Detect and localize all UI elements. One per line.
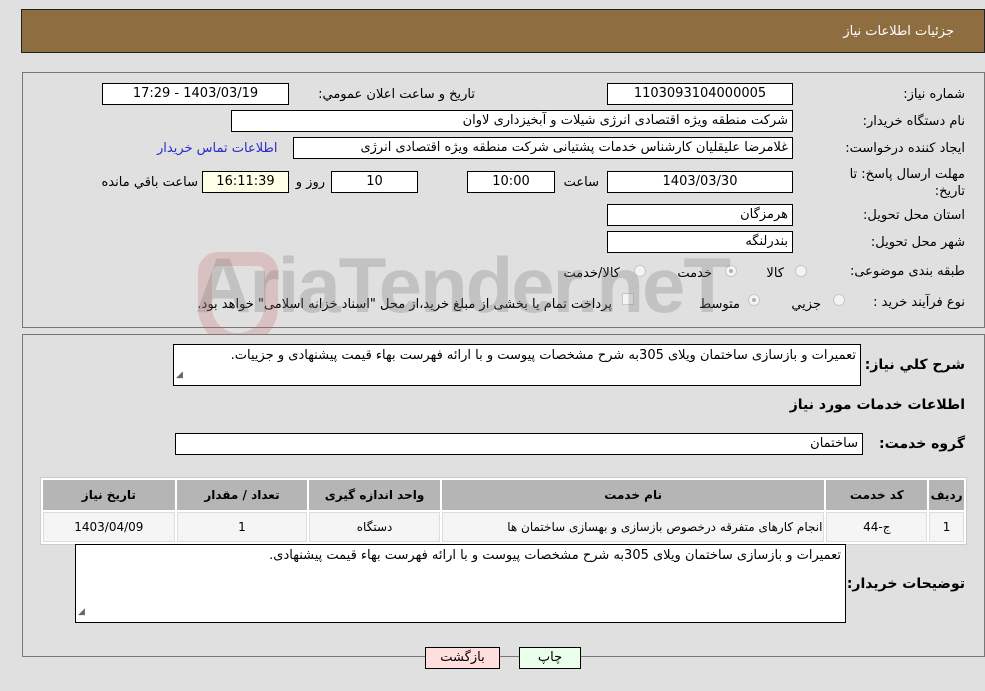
days-remaining-field: 10 (331, 171, 418, 193)
category-radio-goods[interactable] (795, 265, 807, 277)
need-number-field: 1103093104000005 (607, 83, 793, 105)
category-radio-service[interactable] (725, 265, 737, 277)
buyer-notes-textarea[interactable]: تعمیرات و بازسازی ساختمان ویلای 305به شر… (75, 544, 846, 623)
buyer-org-field: شرکت منطقه ویژه اقتصادی انرژی شیلات و آب… (231, 110, 793, 132)
col-unit: واحد اندازه گیری (309, 480, 440, 510)
creator-label: ایجاد کننده درخواست: (845, 141, 965, 156)
services-section-title: اطلاعات خدمات مورد نیاز (789, 397, 965, 413)
cell-service-code: ج-44 (826, 512, 928, 542)
process-radio-medium[interactable] (748, 294, 760, 306)
process-option-medium: متوسط (699, 297, 740, 312)
city-field: بندرلنگه (607, 231, 793, 253)
deadline-label: مهلت ارسال پاسخ: تا تاریخ: (849, 167, 965, 199)
print-button[interactable]: چاپ (519, 647, 581, 669)
description-textarea[interactable]: تعمیرات و بازسازی ساختمان ویلای 305به شر… (173, 344, 861, 386)
province-field: هرمزگان (607, 204, 793, 226)
announce-label: تاریخ و ساعت اعلان عمومي: (318, 87, 475, 102)
province-label: استان محل تحویل: (863, 208, 965, 223)
announce-datetime-field: 1403/03/19 - 17:29 (102, 83, 289, 105)
service-group-field: ساختمان (175, 433, 863, 455)
resize-grip-icon[interactable]: ◢ (78, 604, 85, 621)
process-option-minor: جزيي (791, 297, 821, 312)
col-row-number: ردیف (929, 480, 964, 510)
table-row: 1 ج-44 انجام کارهای متفرقه درخصوص بازساز… (43, 512, 964, 542)
buyer-notes-label: توضیحات خریدار: (846, 576, 965, 592)
cell-service-name: انجام کارهای متفرقه درخصوص بازسازی و بهس… (441, 512, 825, 542)
category-label: طبقه بندی موضوعی: (849, 264, 965, 279)
remaining-time-field: 16:11:39 (202, 171, 289, 193)
process-label: نوع فرآیند خرید : (873, 295, 965, 310)
resize-grip-icon[interactable]: ◢ (176, 367, 183, 384)
page-title: جزئیات اطلاعات نیاز (843, 24, 954, 39)
days-label: روز و (295, 175, 325, 190)
services-table: ردیف کد خدمت نام خدمت واحد اندازه گیری ت… (40, 477, 967, 545)
col-quantity: تعداد / مقدار (176, 480, 308, 510)
creator-field: غلامرضا علیقلیان کارشناس خدمات پشتیانی ش… (293, 137, 793, 159)
back-button[interactable]: بازگشت (425, 647, 500, 669)
city-label: شهر محل تحویل: (870, 235, 965, 250)
buyer-notes-text: تعمیرات و بازسازی ساختمان ویلای 305به شر… (269, 548, 841, 563)
treasury-note: پرداخت تمام یا بخشی از مبلغ خرید،از محل … (197, 297, 612, 312)
category-option-goods: کالا (766, 266, 784, 281)
deadline-time-field: 10:00 (467, 171, 555, 193)
buyer-org-label: نام دستگاه خریدار: (862, 114, 965, 129)
cell-need-date: 1403/04/09 (43, 512, 175, 542)
remaining-time-label: ساعت باقي مانده (101, 175, 198, 190)
table-header-row: ردیف کد خدمت نام خدمت واحد اندازه گیری ت… (43, 480, 964, 510)
page-header: جزئیات اطلاعات نیاز (21, 9, 985, 53)
need-number-label: شماره نیاز: (903, 87, 965, 102)
cell-row-number: 1 (929, 512, 964, 542)
treasury-checkbox[interactable] (622, 293, 634, 305)
process-radio-minor[interactable] (833, 294, 845, 306)
cell-quantity: 1 (176, 512, 308, 542)
deadline-date-field: 1403/03/30 (607, 171, 793, 193)
category-option-service: خدمت (677, 266, 712, 281)
deadline-time-label: ساعت (563, 175, 599, 190)
description-label: شرح كلي نياز: (864, 357, 965, 373)
service-group-label: گروه خدمت: (879, 436, 965, 452)
description-text: تعمیرات و بازسازی ساختمان ویلای 305به شر… (230, 348, 856, 363)
category-option-goods-service: کالا/خدمت (563, 266, 620, 281)
col-service-name: نام خدمت (441, 480, 825, 510)
category-radio-goods-service[interactable] (634, 265, 646, 277)
buyer-contact-link[interactable]: اطلاعات تماس خریدار (157, 141, 277, 156)
col-service-code: کد خدمت (826, 480, 928, 510)
cell-unit: دستگاه (309, 512, 440, 542)
col-need-date: تاریخ نیاز (43, 480, 175, 510)
